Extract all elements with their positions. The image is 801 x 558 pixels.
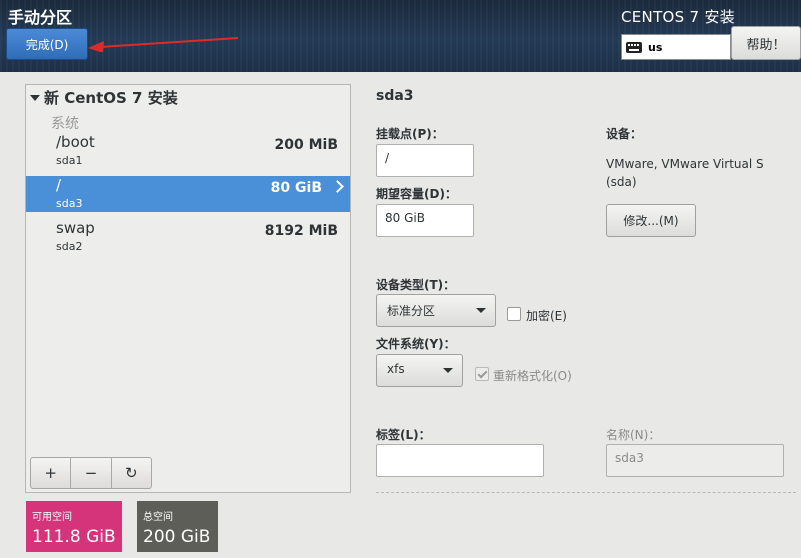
tag-input[interactable] [376,444,544,477]
keyboard-icon [626,41,642,53]
name-input: sda3 [606,444,784,477]
modify-button[interactable]: 修改...(M) [606,204,696,237]
chevron-right-icon [331,180,344,193]
done-button[interactable]: 完成(D) [6,28,88,60]
available-space-box: 可用空间 111.8 GiB [26,501,122,552]
encrypt-checkbox[interactable] [507,307,521,321]
partition-device: sda1 [56,154,83,167]
desired-capacity-label: 期望容量(D)： [376,187,457,201]
partition-row-swap[interactable]: swap sda2 8192 MiB [26,219,350,255]
partition-mount: /boot [56,133,95,151]
partition-size: 80 GiB [270,180,322,196]
partition-device: sda3 [56,197,83,210]
device-type-value: 标准分区 [387,304,436,318]
filesystem-dropdown[interactable]: xfs [376,354,463,387]
partition-mount: / [56,176,62,194]
mount-point-input[interactable]: / [376,144,474,177]
total-space-label: 总空间 [143,512,173,523]
partition-size: 8192 MiB [264,223,338,239]
annotation-arrow [88,37,239,52]
device-label: 设备： [606,127,643,141]
device-type-dropdown[interactable]: 标准分区 [376,294,496,327]
partition-mount: swap [56,219,95,237]
help-button[interactable]: 帮助！ [731,26,801,60]
dropdown-arrow-icon [443,368,453,373]
dropdown-arrow-icon [476,308,486,313]
keyboard-layout-indicator[interactable]: us [621,34,731,60]
keyboard-layout-label: us [648,40,663,54]
install-group-label: 新 CentOS 7 安装 [44,89,178,107]
mount-point-label: 挂载点(P)： [376,127,444,141]
selected-partition-title: sda3 [376,88,414,104]
partition-size: 200 MiB [274,137,339,153]
desired-capacity-input[interactable]: 80 GiB [376,204,474,237]
available-space-label: 可用空间 [32,512,72,523]
install-group-header[interactable]: 新 CentOS 7 安装 [30,87,178,108]
partition-device: sda2 [56,240,83,253]
name-label: 名称(N)： [606,428,661,442]
tag-label: 标签(L)： [376,428,431,442]
total-space-value: 200 GiB [143,527,211,547]
page-title: 手动分区 [8,8,73,27]
total-space-box: 总空间 200 GiB [137,501,218,552]
refresh-button[interactable]: ↻ [112,458,151,488]
partition-list-panel: 新 CentOS 7 安装 系统 /boot sda1 200 MiB / sd… [25,84,351,493]
reformat-checkbox[interactable] [475,367,489,381]
filesystem-label: 文件系统(Y)： [376,337,456,351]
partition-row-root[interactable]: / sda3 80 GiB [26,176,350,212]
device-id: (sda) [606,175,637,189]
system-group-label: 系统 [51,116,79,132]
divider [376,492,796,493]
device-type-label: 设备类型(T)： [376,278,456,292]
install-title: CENTOS 7 安装 [621,8,736,26]
partition-toolbar: + − ↻ [30,457,152,489]
filesystem-value: xfs [387,362,405,376]
encrypt-label: 加密(E) [526,309,567,323]
remove-partition-button[interactable]: − [71,458,112,488]
partition-row-boot[interactable]: /boot sda1 200 MiB [26,133,350,169]
expander-triangle-icon[interactable] [30,94,40,101]
device-info: VMware, VMware Virtual S (sda) [606,155,791,191]
add-partition-button[interactable]: + [31,458,72,488]
available-space-value: 111.8 GiB [32,527,116,547]
device-name: VMware, VMware Virtual S [606,157,764,171]
reformat-label: 重新格式化(O) [493,369,572,383]
